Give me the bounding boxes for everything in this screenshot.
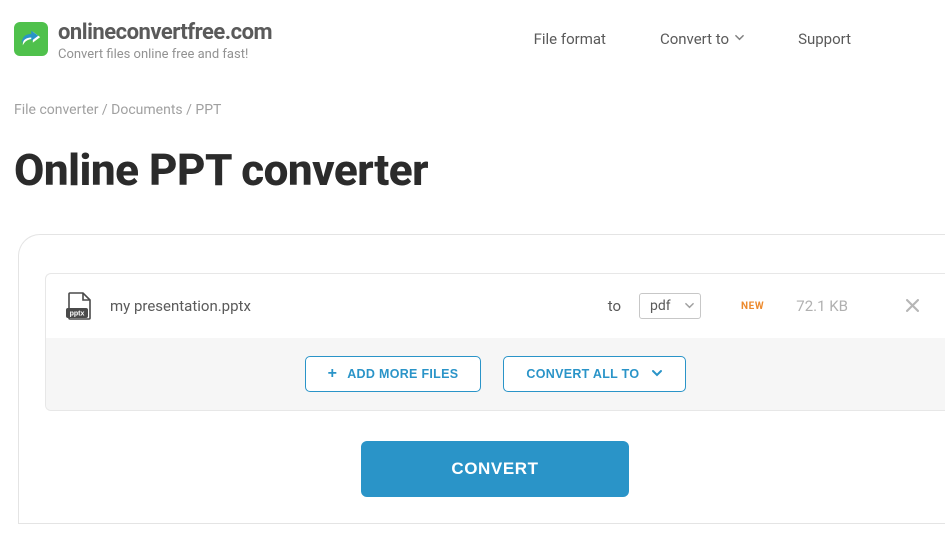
- brand-tagline: Convert files online free and fast!: [58, 47, 272, 62]
- nav-support[interactable]: Support: [798, 30, 851, 48]
- nav-convert-to-label: Convert to: [660, 30, 729, 48]
- file-row: pptx my presentation.pptx to pdf NEW 72.…: [46, 274, 945, 338]
- nav-support-label: Support: [798, 30, 851, 48]
- actions-row: + ADD MORE FILES CONVERT ALL TO: [46, 338, 945, 410]
- convert-button-label: CONVERT: [451, 459, 538, 478]
- chevron-down-icon: [685, 298, 694, 314]
- plus-icon: +: [328, 366, 338, 382]
- file-size: 72.1 KB: [796, 297, 848, 315]
- logo-icon: [14, 22, 48, 56]
- chevron-down-icon: [735, 33, 744, 45]
- breadcrumb-category[interactable]: Documents: [111, 102, 182, 118]
- add-more-files-button[interactable]: + ADD MORE FILES: [305, 356, 482, 392]
- add-more-files-label: ADD MORE FILES: [347, 367, 458, 381]
- file-list: pptx my presentation.pptx to pdf NEW 72.…: [45, 273, 945, 411]
- nav-convert-to[interactable]: Convert to: [660, 30, 744, 48]
- brand[interactable]: onlineconvertfree.com Convert files onli…: [14, 20, 272, 62]
- nav-file-format[interactable]: File format: [534, 30, 606, 48]
- breadcrumb-root[interactable]: File converter: [14, 102, 98, 118]
- convert-all-to-button[interactable]: CONVERT ALL TO: [503, 356, 686, 392]
- file-name: my presentation.pptx: [110, 297, 590, 315]
- format-select[interactable]: pdf: [639, 293, 701, 319]
- page-title: Online PPT converter: [0, 118, 945, 196]
- format-select-value: pdf: [650, 298, 671, 314]
- chevron-down-icon: [651, 367, 663, 382]
- svg-text:pptx: pptx: [70, 311, 85, 318]
- convert-button[interactable]: CONVERT: [361, 441, 628, 497]
- breadcrumb-current: PPT: [195, 102, 221, 118]
- file-type-icon: pptx: [66, 292, 92, 320]
- to-label: to: [608, 297, 621, 315]
- main-nav: File format Convert to Support: [534, 30, 851, 48]
- nav-file-format-label: File format: [534, 30, 606, 48]
- remove-file-button[interactable]: [906, 296, 919, 317]
- new-badge: NEW: [741, 301, 764, 312]
- close-icon: [906, 299, 919, 312]
- brand-title: onlineconvertfree.com: [58, 20, 272, 45]
- converter-panel: pptx my presentation.pptx to pdf NEW 72.…: [18, 234, 945, 524]
- breadcrumb: File converter / Documents / PPT: [0, 62, 945, 118]
- convert-all-to-label: CONVERT ALL TO: [526, 367, 639, 381]
- convert-row: CONVERT: [45, 411, 945, 497]
